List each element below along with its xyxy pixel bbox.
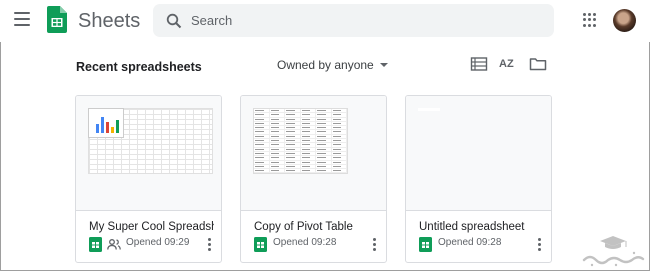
owner-filter-dropdown[interactable]: Owned by anyone [277, 58, 388, 72]
caret-down-icon [379, 63, 388, 67]
folder-icon[interactable] [529, 56, 547, 72]
spreadsheet-thumbnail [241, 96, 386, 211]
last-opened-text: Opened 09:28 [273, 237, 337, 248]
search-input[interactable] [191, 10, 541, 31]
more-options-icon[interactable] [371, 238, 377, 251]
app-title[interactable]: Sheets [78, 10, 140, 33]
watermark-logo [582, 236, 645, 267]
blank-sheet-preview [418, 108, 440, 111]
card-title: My Super Cool Spreadsheet [89, 221, 214, 233]
last-opened-text: Opened 09:28 [438, 237, 502, 248]
spreadsheet-card[interactable]: Untitled spreadsheet Opened 09:28 [405, 95, 552, 263]
last-opened-text: Opened 09:29 [126, 237, 190, 248]
more-options-icon[interactable] [206, 238, 212, 251]
sheets-file-icon [254, 237, 267, 252]
chart-preview [88, 108, 124, 138]
sheets-file-icon [89, 237, 102, 252]
spreadsheet-thumbnail [406, 96, 551, 211]
section-title: Recent spreadsheets [76, 60, 202, 74]
account-avatar[interactable] [613, 9, 636, 32]
app-header: Sheets [0, 0, 650, 42]
more-options-icon[interactable] [536, 238, 542, 251]
search-icon[interactable] [166, 13, 182, 29]
spreadsheet-thumbnail [76, 96, 221, 211]
sheets-logo-icon[interactable] [47, 6, 67, 33]
google-apps-icon[interactable] [583, 13, 597, 27]
owner-filter-label: Owned by anyone [277, 58, 374, 72]
table-preview [253, 108, 348, 174]
spreadsheet-card[interactable]: Copy of Pivot Table Opened 09:28 [240, 95, 387, 263]
main-menu-icon[interactable] [14, 12, 30, 26]
shared-people-icon [107, 239, 121, 250]
spreadsheet-card[interactable]: My Super Cool Spreadsheet Opened 09:29 [75, 95, 222, 263]
list-view-icon[interactable] [470, 56, 488, 72]
card-title: Copy of Pivot Table [254, 221, 353, 233]
sheets-file-icon [419, 237, 432, 252]
sort-az-icon[interactable]: AZ [499, 56, 517, 72]
search-bar[interactable] [153, 4, 554, 37]
card-title: Untitled spreadsheet [419, 221, 525, 233]
